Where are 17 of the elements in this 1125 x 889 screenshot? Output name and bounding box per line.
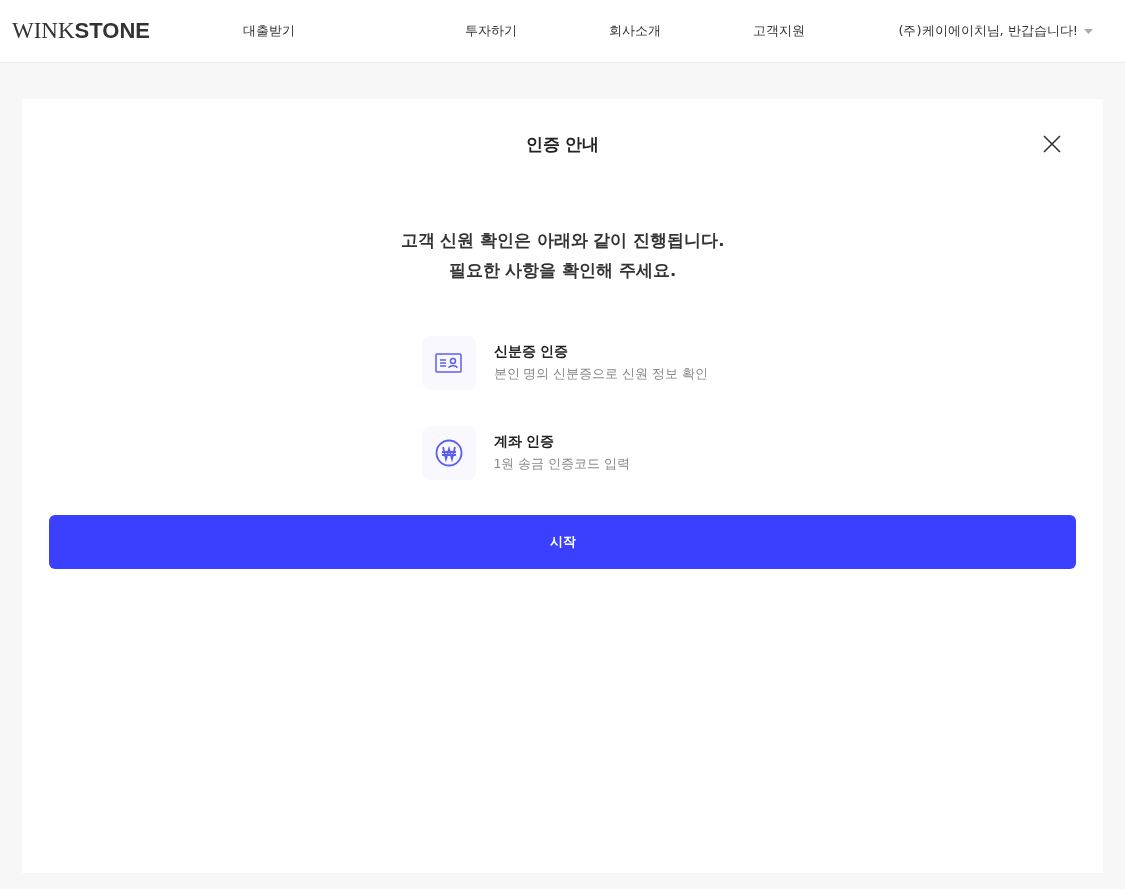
close-button[interactable]: [1041, 133, 1063, 155]
won-coin-icon: [434, 439, 463, 467]
dialog-title: 인증 안내: [525, 133, 600, 156]
nav-link[interactable]: 고객지원: [753, 22, 897, 40]
nav-link[interactable]: 투자하기: [465, 22, 609, 40]
winkstone-logo[interactable]: WINKSTONE: [12, 18, 243, 44]
start-button[interactable]: 시작: [49, 515, 1076, 569]
step-title: 신분증 인증: [493, 343, 570, 361]
user-menu[interactable]: (주)케이에이치님, 반갑습니다!: [898, 22, 1113, 40]
caret-icon: [1084, 28, 1093, 34]
nav-link[interactable]: 대출받기: [243, 22, 465, 40]
nav-link[interactable]: 회사소개: [609, 22, 753, 40]
step-description: 본인 명의 신분증으로 신원 정보 확인: [493, 366, 709, 383]
id-card-icon: [435, 353, 462, 373]
intro-text: 고객 신원 확인은 아래와 같이 진행됩니다. 필요한 사항을 확인해 주세요.: [400, 230, 725, 282]
step-title: 계좌 인증: [493, 433, 556, 451]
step-description: 1원 송금 인증코드 입력: [493, 456, 631, 473]
